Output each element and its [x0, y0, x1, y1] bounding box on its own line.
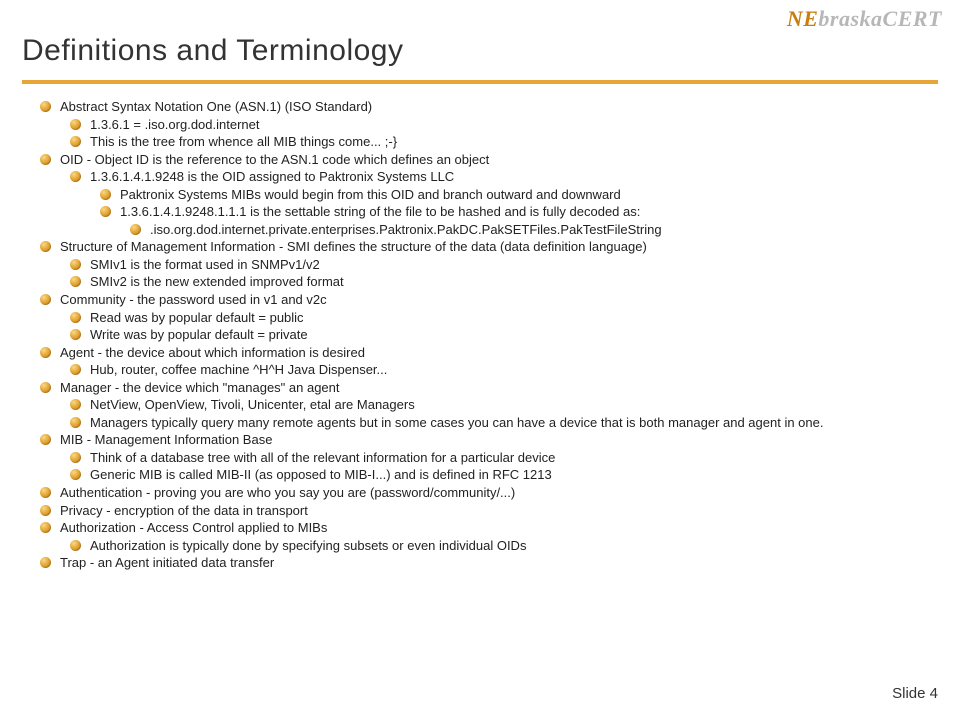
- list-item: Abstract Syntax Notation One (ASN.1) (IS…: [36, 98, 930, 151]
- list-item: Paktronix Systems MIBs would begin from …: [90, 186, 930, 204]
- list-item-text: Agent - the device about which informati…: [60, 345, 365, 360]
- list-item: SMIv2 is the new extended improved forma…: [60, 273, 930, 291]
- sub-list: Think of a database tree with all of the…: [60, 449, 930, 484]
- list-item-text: Trap - an Agent initiated data transfer: [60, 555, 274, 570]
- list-item-text: Generic MIB is called MIB-II (as opposed…: [90, 467, 552, 482]
- list-item-text: 1.3.6.1.4.1.9248.1.1.1 is the settable s…: [120, 204, 640, 219]
- list-item: OID - Object ID is the reference to the …: [36, 151, 930, 239]
- sub-list: 1.3.6.1.4.1.9248 is the OID assigned to …: [60, 168, 930, 238]
- list-item: Write was by popular default = private: [60, 326, 930, 344]
- sub-list: Hub, router, coffee machine ^H^H Java Di…: [60, 361, 930, 379]
- list-item-text: Authorization is typically done by speci…: [90, 538, 526, 553]
- list-item-text: Hub, router, coffee machine ^H^H Java Di…: [90, 362, 387, 377]
- content-tree: Abstract Syntax Notation One (ASN.1) (IS…: [36, 98, 930, 572]
- list-item-text: .iso.org.dod.internet.private.enterprise…: [150, 222, 662, 237]
- slide: NEbraskaCERT Definitions and Terminology…: [0, 0, 960, 720]
- sub-list: 1.3.6.1 = .iso.org.dod.internet This is t…: [60, 116, 930, 151]
- list-item: Authentication - proving you are who you…: [36, 484, 930, 502]
- list-item-text: 1.3.6.1.4.1.9248 is the OID assigned to …: [90, 169, 454, 184]
- sub-list: Paktronix Systems MIBs would begin from …: [90, 186, 930, 239]
- list-item-text: Privacy - encryption of the data in tran…: [60, 503, 308, 518]
- slide-body: Abstract Syntax Notation One (ASN.1) (IS…: [36, 98, 930, 572]
- list-item-text: Think of a database tree with all of the…: [90, 450, 555, 465]
- brand-part1: NE: [787, 6, 819, 31]
- list-item-text: Abstract Syntax Notation One (ASN.1) (IS…: [60, 99, 372, 114]
- brand-logo: NEbraskaCERT: [787, 6, 942, 32]
- slide-footer: Slide 4: [892, 685, 938, 702]
- sub-list: .iso.org.dod.internet.private.enterprise…: [120, 221, 930, 239]
- list-item-text: MIB - Management Information Base: [60, 432, 272, 447]
- list-item: Hub, router, coffee machine ^H^H Java Di…: [60, 361, 930, 379]
- list-item: SMIv1 is the format used in SNMPv1/v2: [60, 256, 930, 274]
- sub-list: SMIv1 is the format used in SNMPv1/v2 SMI…: [60, 256, 930, 291]
- list-item: 1.3.6.1.4.1.9248 is the OID assigned to …: [60, 168, 930, 238]
- sub-list: Authorization is typically done by speci…: [60, 537, 930, 555]
- footer-label: Slide: [892, 685, 925, 702]
- list-item-text: Manager - the device which "manages" an …: [60, 380, 340, 395]
- list-item: NetView, OpenView, Tivoli, Unicenter, et…: [60, 396, 930, 414]
- list-item: Trap - an Agent initiated data transfer: [36, 554, 930, 572]
- list-item-text: OID - Object ID is the reference to the …: [60, 152, 489, 167]
- list-item-text: NetView, OpenView, Tivoli, Unicenter, et…: [90, 397, 415, 412]
- list-item: Privacy - encryption of the data in tran…: [36, 502, 930, 520]
- list-item-text: This is the tree from whence all MIB thi…: [90, 134, 397, 149]
- list-item-text: Structure of Management Information - SM…: [60, 239, 647, 254]
- list-item: Structure of Management Information - SM…: [36, 238, 930, 291]
- sub-list: Read was by popular default = public Writ…: [60, 309, 930, 344]
- list-item-text: Authentication - proving you are who you…: [60, 485, 515, 500]
- list-item: 1.3.6.1.4.1.9248.1.1.1 is the settable s…: [90, 203, 930, 238]
- title-rule: [22, 80, 938, 84]
- brand-part2: braskaCERT: [818, 6, 942, 31]
- list-item: Community - the password used in v1 and …: [36, 291, 930, 344]
- list-item: Think of a database tree with all of the…: [60, 449, 930, 467]
- list-item: Agent - the device about which informati…: [36, 344, 930, 379]
- list-item-text: Paktronix Systems MIBs would begin from …: [120, 187, 621, 202]
- list-item: Authorization - Access Control applied t…: [36, 519, 930, 554]
- list-item: MIB - Management Information Base Think o…: [36, 431, 930, 484]
- page-title: Definitions and Terminology: [22, 34, 403, 68]
- footer-number: 4: [930, 685, 938, 702]
- list-item-text: Community - the password used in v1 and …: [60, 292, 327, 307]
- list-item-text: Authorization - Access Control applied t…: [60, 520, 327, 535]
- list-item-text: 1.3.6.1 = .iso.org.dod.internet: [90, 117, 259, 132]
- list-item-text: Managers typically query many remote age…: [90, 415, 823, 430]
- list-item: 1.3.6.1 = .iso.org.dod.internet: [60, 116, 930, 134]
- list-item-text: Read was by popular default = public: [90, 310, 304, 325]
- list-item: Read was by popular default = public: [60, 309, 930, 327]
- list-item-text: SMIv1 is the format used in SNMPv1/v2: [90, 257, 320, 272]
- list-item: .iso.org.dod.internet.private.enterprise…: [120, 221, 930, 239]
- list-item: Authorization is typically done by speci…: [60, 537, 930, 555]
- list-item: This is the tree from whence all MIB thi…: [60, 133, 930, 151]
- list-item: Managers typically query many remote age…: [60, 414, 930, 432]
- sub-list: NetView, OpenView, Tivoli, Unicenter, et…: [60, 396, 930, 431]
- list-item-text: Write was by popular default = private: [90, 327, 308, 342]
- list-item: Manager - the device which "manages" an …: [36, 379, 930, 432]
- list-item: Generic MIB is called MIB-II (as opposed…: [60, 466, 930, 484]
- list-item-text: SMIv2 is the new extended improved forma…: [90, 274, 344, 289]
